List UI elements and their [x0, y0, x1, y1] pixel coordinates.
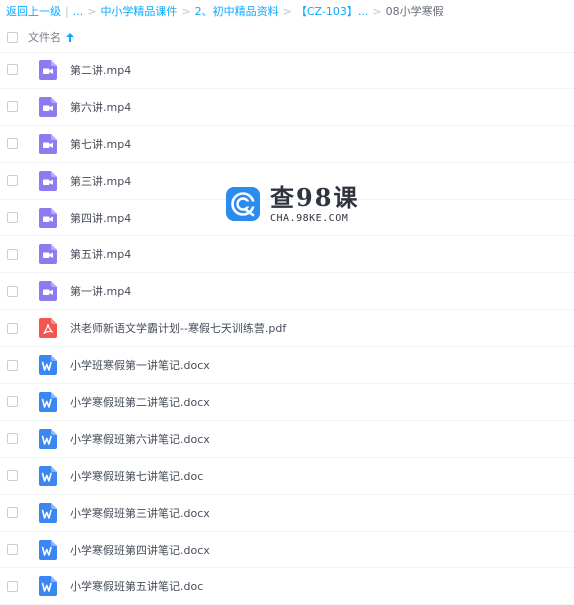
row-checkbox[interactable]: [7, 507, 18, 519]
file-name[interactable]: 第七讲.mp4: [70, 136, 131, 152]
file-name[interactable]: 第五讲.mp4: [70, 246, 131, 262]
row-checkbox[interactable]: [7, 212, 18, 223]
file-row[interactable]: 小学寒假班第四讲笔记.docx: [0, 532, 574, 569]
row-checkbox[interactable]: [7, 175, 18, 187]
word-file-icon: [39, 465, 57, 486]
word-file-icon: [39, 502, 57, 523]
file-row[interactable]: 第二讲.mp4: [0, 52, 574, 89]
video-file-icon: [39, 59, 57, 80]
file-name[interactable]: 小学寒假班第五讲笔记.doc: [70, 578, 203, 594]
file-name[interactable]: 第四讲.mp4: [70, 210, 131, 226]
breadcrumb-ellipsis[interactable]: ...: [73, 5, 84, 18]
row-checkbox[interactable]: [7, 101, 18, 113]
video-file-icon: [39, 133, 57, 154]
file-row[interactable]: 第七讲.mp4: [0, 126, 574, 163]
video-file-icon: [39, 207, 57, 228]
file-name[interactable]: 第三讲.mp4: [70, 173, 131, 189]
row-checkbox[interactable]: [7, 396, 18, 408]
breadcrumb-item[interactable]: 2、初中精品资料: [195, 3, 279, 19]
breadcrumb: 返回上一级 | ... > 中小学精品课件 > 2、初中精品资料 > 【CZ-1…: [6, 0, 572, 22]
file-name[interactable]: 小学寒假班第二讲笔记.docx: [70, 394, 210, 410]
breadcrumb-current: 08小学寒假: [385, 5, 444, 18]
file-row[interactable]: 第一讲.mp4: [0, 273, 574, 311]
file-name[interactable]: 小学寒假班第七讲笔记.doc: [70, 468, 203, 484]
row-checkbox[interactable]: [7, 64, 18, 76]
select-all-checkbox[interactable]: [7, 31, 18, 43]
breadcrumb-arrow: >: [282, 4, 292, 18]
breadcrumb-divider: |: [65, 4, 69, 18]
row-checkbox[interactable]: [7, 433, 18, 445]
file-name[interactable]: 洪老师新语文学霸计划--寒假七天训练营.pdf: [70, 320, 286, 336]
file-name[interactable]: 小学寒假班第四讲笔记.docx: [70, 542, 210, 558]
row-checkbox[interactable]: [7, 359, 18, 371]
file-row[interactable]: 小学寒假班第六讲笔记.docx: [0, 421, 574, 458]
back-link[interactable]: 返回上一级: [6, 3, 61, 19]
video-file-icon: [39, 281, 57, 302]
file-list: 第二讲.mp4 第六讲.mp4 第七讲.mp4 第三讲.mp4 第四讲.mp4 第五讲.m…: [0, 52, 574, 605]
video-file-icon: [39, 96, 57, 117]
watermark-title: 查98课: [270, 183, 360, 212]
file-list-header: 文件名: [0, 22, 574, 53]
watermark-url: CHA.98KE.COM: [270, 213, 349, 224]
file-name[interactable]: 小学寒假班第六讲笔记.docx: [70, 431, 210, 447]
breadcrumb-arrow: >: [181, 4, 191, 18]
row-checkbox[interactable]: [7, 470, 18, 482]
row-checkbox[interactable]: [7, 322, 18, 334]
file-row[interactable]: 第六讲.mp4: [0, 89, 574, 126]
word-file-icon: [39, 355, 57, 376]
pdf-file-icon: [39, 318, 57, 339]
breadcrumb-arrow: >: [87, 4, 97, 18]
file-name[interactable]: 第六讲.mp4: [70, 99, 131, 115]
file-name[interactable]: 小学班寒假第一讲笔记.docx: [70, 357, 210, 373]
breadcrumb-arrow: >: [372, 4, 382, 18]
c-logo-icon: [226, 187, 260, 221]
file-row[interactable]: 小学寒假班第三讲笔记.docx: [0, 495, 574, 532]
row-checkbox[interactable]: [7, 580, 18, 592]
file-name[interactable]: 第一讲.mp4: [70, 283, 131, 299]
file-row[interactable]: 第五讲.mp4: [0, 236, 574, 274]
word-file-icon: [39, 539, 57, 560]
video-file-icon: [39, 170, 57, 191]
word-file-icon: [39, 576, 57, 597]
arrow-up-icon[interactable]: [66, 32, 74, 42]
breadcrumb-item[interactable]: 中小学精品课件: [100, 3, 177, 19]
file-row[interactable]: 小学寒假班第七讲笔记.doc: [0, 458, 574, 495]
row-checkbox[interactable]: [7, 285, 18, 297]
video-file-icon: [39, 244, 57, 265]
row-checkbox[interactable]: [7, 138, 18, 150]
column-filename[interactable]: 文件名: [28, 29, 61, 45]
file-name[interactable]: 第二讲.mp4: [70, 62, 131, 78]
watermark: 查98课 CHA.98KE.COM: [226, 178, 376, 230]
file-name[interactable]: 小学寒假班第三讲笔记.docx: [70, 505, 210, 521]
file-row[interactable]: 小学班寒假第一讲笔记.docx: [0, 347, 574, 385]
word-file-icon: [39, 428, 57, 449]
file-row[interactable]: 洪老师新语文学霸计划--寒假七天训练营.pdf: [0, 310, 574, 348]
row-checkbox[interactable]: [7, 248, 18, 260]
word-file-icon: [39, 391, 57, 412]
file-row[interactable]: 小学寒假班第二讲笔记.docx: [0, 384, 574, 421]
row-checkbox[interactable]: [7, 544, 18, 556]
breadcrumb-item[interactable]: 【CZ-103】...: [296, 3, 368, 19]
